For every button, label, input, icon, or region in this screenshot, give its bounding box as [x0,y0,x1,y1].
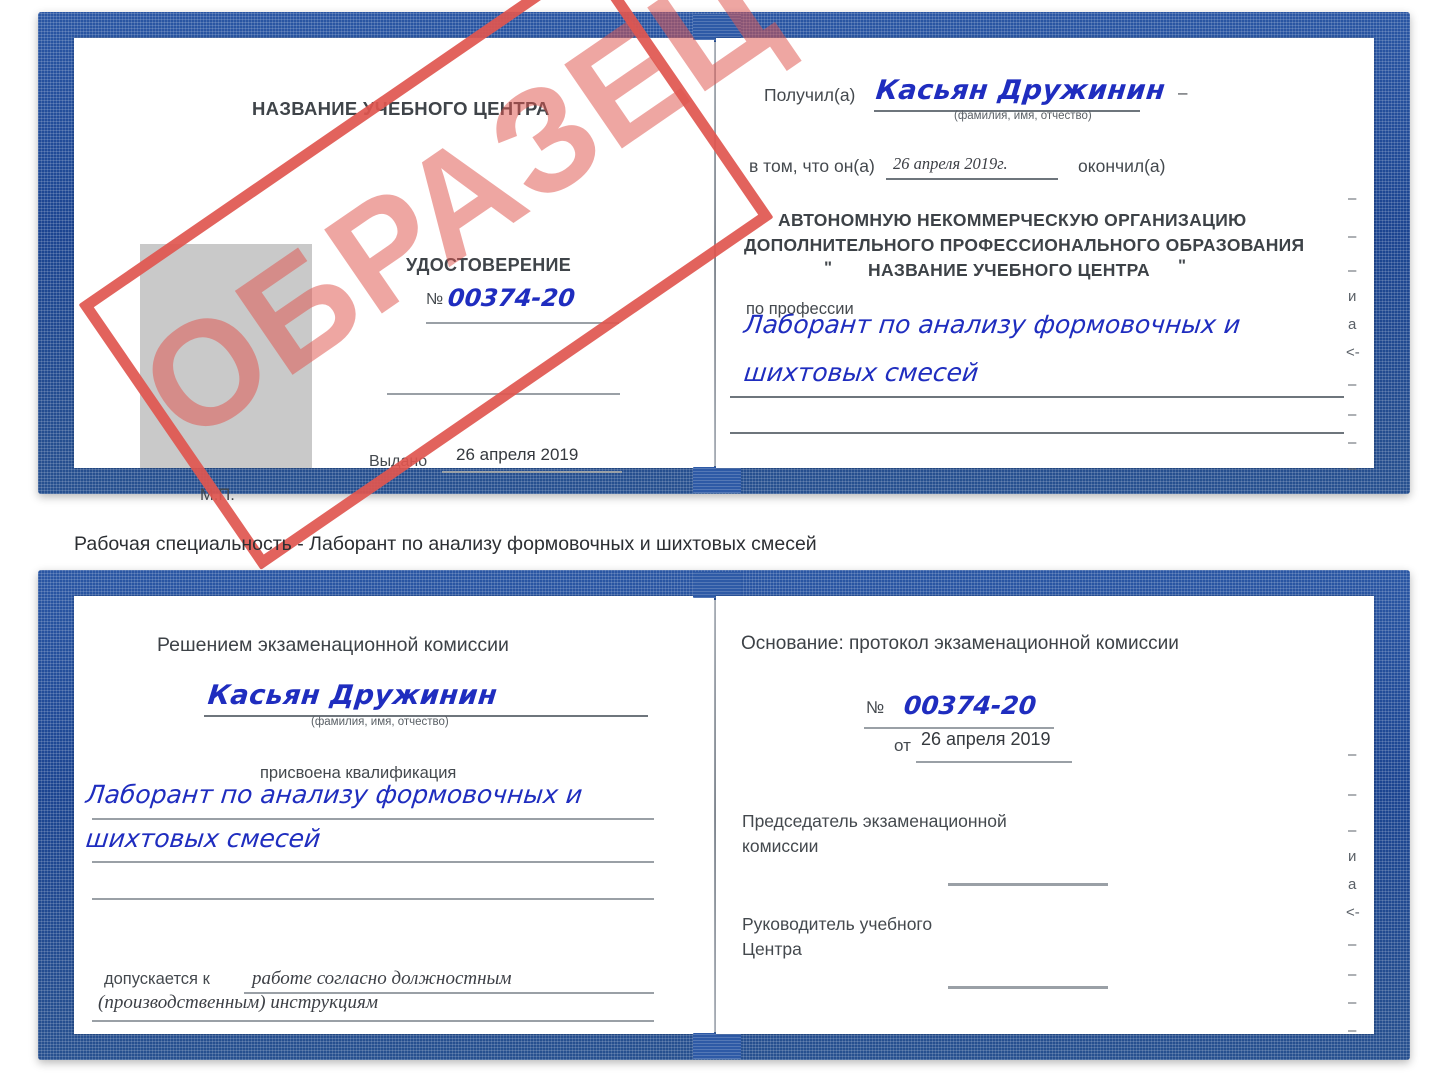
document-type-label: УДОСТОВЕРЕНИЕ [406,255,572,275]
qualification-line-1: Лаборант по анализу формовочных и [84,780,584,809]
protocol-date-label: от [894,736,911,755]
booklet-top-left-page: НАЗВАНИЕ УЧЕБНОГО ЦЕНТРА УДОСТОВЕРЕНИЕ №… [74,38,714,504]
chairman-label-line-2: комиссии [742,836,819,856]
bleed-mark-b3: – [1348,822,1357,839]
finished-label: окончил(а) [1078,156,1166,176]
commission-decision-heading: Решением экзаменационной комиссии [157,634,509,656]
certificate-number-label: № [426,291,444,308]
bleed-mark-6: <- [1346,344,1360,361]
profession-rule-1 [730,396,1344,398]
in-that-date-value: 26 апреля 2019г. [893,154,1008,173]
in-that-label: в том, что он(а) [749,156,875,176]
bleed-mark-9: – [1348,434,1357,451]
admitted-line-2: (производственным) инструкциям [98,992,378,1013]
qualification-rule-1 [92,818,654,820]
received-dash: – [1178,83,1188,102]
basis-label: Основание: протокол экзаменационной коми… [741,633,1179,654]
booklet-bottom: Решением экзаменационной комиссии Касьян… [38,570,1410,1060]
issued-value: 26 апреля 2019 [456,445,579,464]
protocol-number-value: 00374-20 [902,691,1038,720]
head-signature-rule [948,986,1108,989]
head-label-line-1: Руководитель учебного [742,914,933,934]
booklet-top-spine-tab-top [693,14,741,40]
photo-placeholder [140,244,312,468]
admitted-rule-2 [92,1020,654,1022]
booklet-bottom-right-page: Основание: протокол экзаменационной коми… [716,596,1374,1039]
protocol-date-rule [916,761,1072,763]
booklet-bottom-spine-tab-bottom [693,1033,741,1059]
organization-line-1: АВТОНОМНУЮ НЕКОММЕРЧЕСКУЮ ОРГАНИЗАЦИЮ [778,210,1247,230]
bleed-mark-b4: и [1348,848,1357,865]
protocol-number-label: № [866,698,885,717]
organization-name: НАЗВАНИЕ УЧЕБНОГО ЦЕНТРА [868,260,1150,280]
bleed-mark-b10: – [1348,1022,1357,1039]
qualification-rule-3 [92,898,654,900]
bleed-mark-1: – [1348,190,1357,207]
bleed-mark-b9: – [1348,994,1357,1011]
bleed-mark-5: а [1348,316,1357,333]
admitted-label: допускается к [104,970,210,988]
org-quote-close: " [1178,256,1187,275]
issued-rule [442,471,622,473]
chairman-label-line-1: Председатель экзаменационной [742,811,1007,831]
in-that-rule [886,178,1058,180]
certificate-number-value: 00374-20 [446,284,577,312]
bleed-mark-b6: <- [1346,904,1360,921]
head-label-line-2: Центра [742,939,802,959]
protocol-date-value: 26 апреля 2019 [921,729,1051,749]
booklet-bottom-spine-tab-top [693,572,741,598]
bleed-mark-b7: – [1348,936,1357,953]
qualified-person-name: Касьян Дружинин [206,680,499,711]
received-name-value: Касьян Дружинин [874,75,1167,106]
certificate-samples-page: НАЗВАНИЕ УЧЕБНОГО ЦЕНТРА УДОСТОВЕРЕНИЕ №… [0,0,1448,1085]
blank-rule-1 [387,393,620,395]
booklet-top-spine-tab-bottom [693,467,741,493]
profession-line-2: шихтовых смесей [742,358,980,387]
bleed-mark-10: – [1348,460,1357,477]
bleed-mark-4: и [1348,288,1357,305]
fio-hint-top: (фамилия, имя, отчество) [954,110,1092,122]
received-label: Получил(а) [764,85,856,105]
booklet-top: НАЗВАНИЕ УЧЕБНОГО ЦЕНТРА УДОСТОВЕРЕНИЕ №… [38,12,1410,504]
training-center-name-top: НАЗВАНИЕ УЧЕБНОГО ЦЕНТРА [252,98,550,119]
bleed-mark-3: – [1348,262,1357,279]
issued-label: Выдано [369,453,428,470]
booklet-bottom-left-page: Решением экзаменационной комиссии Касьян… [74,596,714,1034]
page-caption: Рабочая специальность - Лаборант по анал… [74,533,817,555]
bleed-mark-b2: – [1348,786,1357,803]
bleed-mark-b1: – [1348,746,1357,763]
org-quote-open: " [824,258,833,277]
profession-rule-2 [730,432,1344,434]
chairman-signature-rule [948,883,1108,886]
profession-line-1: Лаборант по анализу формовочных и [742,310,1242,339]
qualification-rule-2 [92,861,654,863]
bleed-mark-7: – [1348,376,1357,393]
seal-place-label: М.П. [200,486,235,504]
bleed-mark-2: – [1348,228,1357,245]
admitted-line-1: работе согласно должностным [252,968,512,989]
booklet-top-right-page: Получил(а) Касьян Дружинин (фамилия, имя… [716,38,1374,477]
qualification-line-2: шихтовых смесей [84,824,322,853]
certificate-number-rule [426,322,619,324]
bleed-mark-8: – [1348,406,1357,423]
organization-line-2: ДОПОЛНИТЕЛЬНОГО ПРОФЕССИОНАЛЬНОГО ОБРАЗО… [744,235,1305,255]
bleed-mark-b8: – [1348,966,1357,983]
fio-hint-bottom: (фамилия, имя, отчество) [311,716,449,728]
bleed-mark-b5: а [1348,876,1357,893]
